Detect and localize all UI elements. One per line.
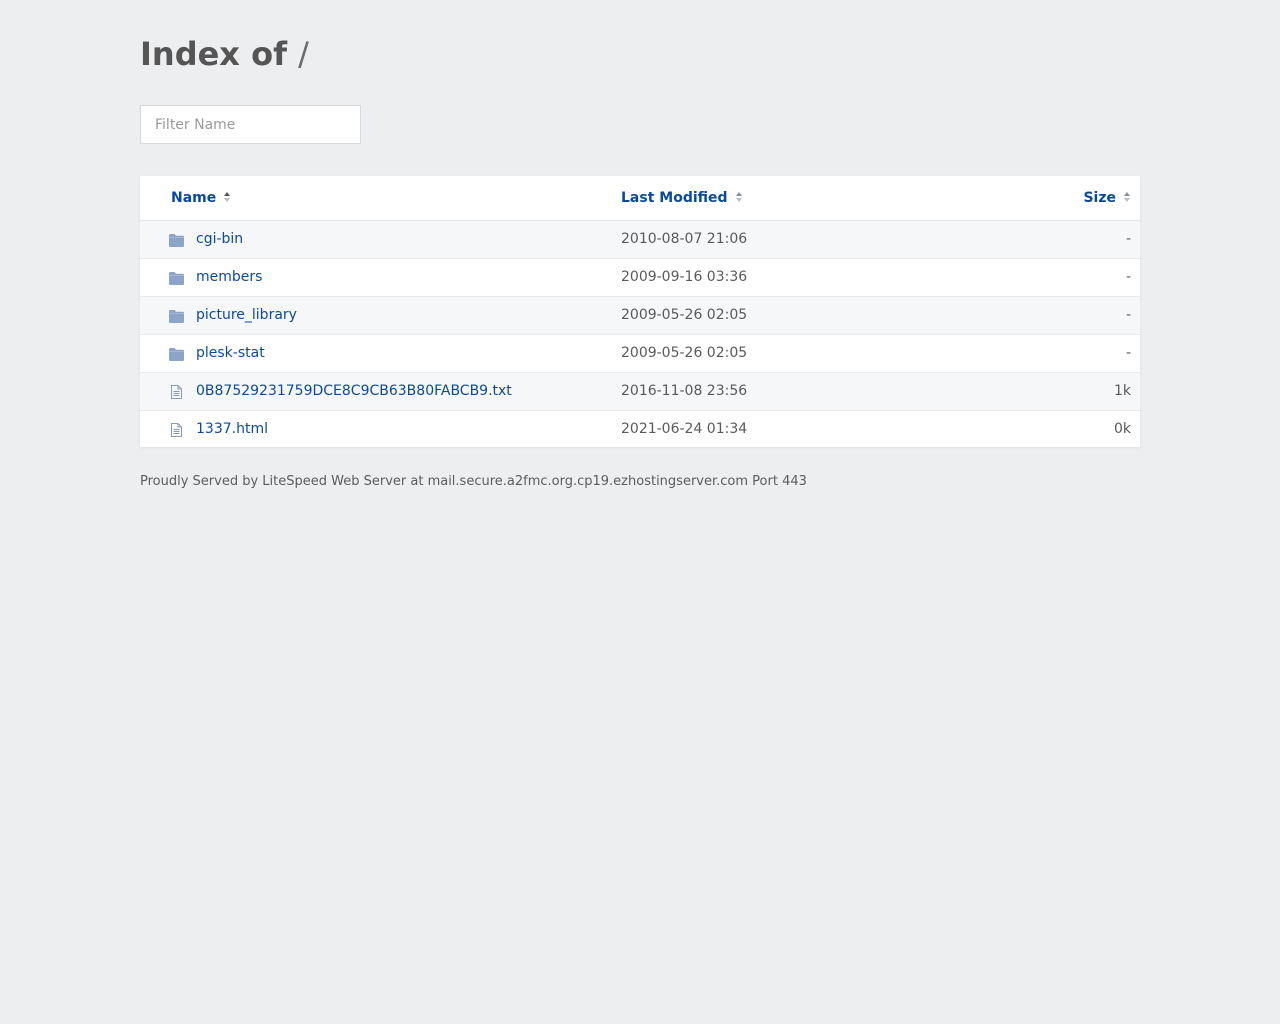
last-modified-cell: 2009-05-26 02:05 <box>621 307 748 323</box>
sort-icon <box>735 191 743 203</box>
current-path: / <box>298 35 309 73</box>
table-row: plesk-stat 2009-05-26 02:05 - <box>140 335 1140 373</box>
folder-link[interactable]: picture_library <box>196 297 297 334</box>
modified-column-label: Last Modified <box>621 190 728 206</box>
folder-icon <box>168 346 185 362</box>
size-cell: - <box>1125 269 1131 285</box>
table-row: cgi-bin 2010-08-07 21:06 - <box>140 221 1140 259</box>
file-link[interactable]: 0B87529231759DCE8C9CB63B80FABCB9.txt <box>196 373 512 410</box>
server-footer: Proudly Served by LiteSpeed Web Server a… <box>140 474 807 489</box>
size-column-label: Size <box>1083 190 1116 206</box>
table-row: 0B87529231759DCE8C9CB63B80FABCB9.txt 2016… <box>140 373 1140 411</box>
sort-by-name-header[interactable]: Name <box>171 176 231 220</box>
size-cell: - <box>1125 231 1131 247</box>
page-title: Index of / <box>140 34 309 74</box>
table-body: cgi-bin 2010-08-07 21:06 - members 2009-09-1… <box>140 221 1140 447</box>
filter-name-input[interactable] <box>140 105 361 144</box>
folder-link[interactable]: members <box>196 259 262 296</box>
sort-icon <box>1124 191 1131 203</box>
file-icon <box>168 384 185 400</box>
folder-icon <box>168 232 185 248</box>
size-cell: 0k <box>1113 421 1131 437</box>
size-cell: - <box>1125 345 1131 361</box>
sort-icon <box>224 191 231 203</box>
size-cell: 1k <box>1113 383 1131 399</box>
folder-icon <box>168 308 185 324</box>
last-modified-cell: 2009-09-16 03:36 <box>621 269 748 285</box>
file-listing-table: Name Last Modified Size cgi-bin 2010-08-0… <box>140 176 1140 447</box>
table-row: members 2009-09-16 03:36 - <box>140 259 1140 297</box>
last-modified-cell: 2009-05-26 02:05 <box>621 345 748 361</box>
page-title-text: Index of <box>140 35 287 73</box>
file-link[interactable]: 1337.html <box>196 411 268 448</box>
last-modified-cell: 2010-08-07 21:06 <box>621 231 748 247</box>
last-modified-cell: 2016-11-08 23:56 <box>621 383 748 399</box>
sort-by-modified-header[interactable]: Last Modified <box>621 176 743 220</box>
folder-link[interactable]: plesk-stat <box>196 335 265 372</box>
folder-icon <box>168 270 185 286</box>
name-column-label: Name <box>171 190 217 206</box>
folder-link[interactable]: cgi-bin <box>196 221 243 258</box>
size-cell: - <box>1125 307 1131 323</box>
table-header: Name Last Modified Size <box>140 176 1140 221</box>
table-row: 1337.html 2021-06-24 01:34 0k <box>140 411 1140 447</box>
table-row: picture_library 2009-05-26 02:05 - <box>140 297 1140 335</box>
file-icon <box>168 422 185 438</box>
last-modified-cell: 2021-06-24 01:34 <box>621 421 748 437</box>
sort-by-size-header[interactable]: Size <box>1083 176 1131 220</box>
